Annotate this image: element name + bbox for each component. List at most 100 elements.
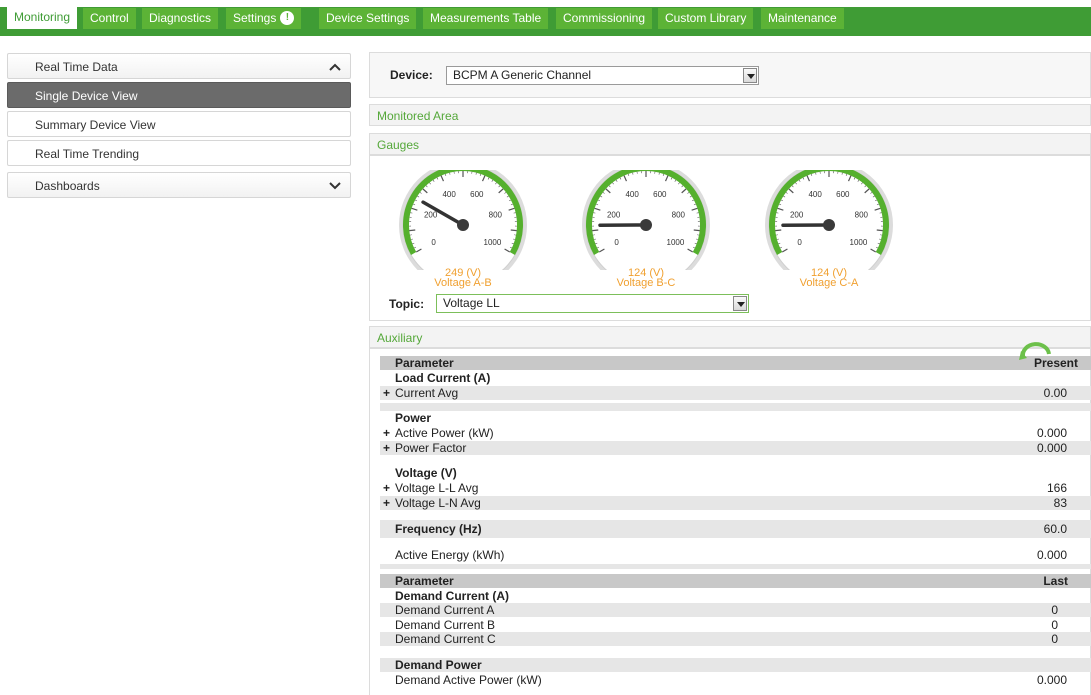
- table-row[interactable]: + Voltage L-N Avg 83: [380, 496, 1091, 510]
- tab-label: Measurements Table: [430, 11, 542, 25]
- table-row: Demand Current B 0: [380, 618, 1091, 632]
- gauge-voltage-a-b: 0 200 400 600 800 1000 249 (V) Voltage A-B: [398, 161, 528, 290]
- gauge-tick: [592, 229, 599, 232]
- expand-plus-icon[interactable]: +: [381, 426, 392, 440]
- gauge-tick-label: 0: [614, 238, 619, 247]
- auxiliary-header[interactable]: Auxiliary: [369, 326, 1091, 348]
- gauge-name: Voltage A-B: [434, 277, 492, 289]
- refresh-icon[interactable]: [1019, 340, 1053, 369]
- group-row: Voltage (V): [380, 466, 1091, 480]
- row-value: 0: [1051, 618, 1058, 632]
- topic-select[interactable]: Voltage LL: [436, 294, 749, 313]
- gauge-tick: [876, 229, 883, 232]
- tab-custom-library[interactable]: Custom Library: [658, 8, 754, 29]
- last-header: Last: [1043, 574, 1068, 588]
- section-title: Monitored Area: [377, 109, 459, 123]
- row-label: Demand Current A: [395, 603, 495, 617]
- tab-device-settings[interactable]: Device Settings: [319, 8, 417, 29]
- device-select[interactable]: BCPM A Generic Channel: [446, 66, 759, 85]
- tab-maintenance[interactable]: Maintenance: [761, 8, 844, 29]
- group-label: Load Current (A): [395, 371, 491, 385]
- row-value: 0.000: [1036, 673, 1067, 687]
- dropdown-arrow-icon: [733, 296, 747, 311]
- sidebar-item-real-time-trending[interactable]: Real Time Trending: [7, 140, 351, 166]
- sidebar-item-single-device-view[interactable]: Single Device View: [7, 82, 351, 108]
- row-label: Voltage L-N Avg: [395, 496, 481, 510]
- row-label: Active Energy (kWh): [395, 548, 505, 562]
- row-value: 0.00: [1043, 386, 1067, 400]
- parameter-header: Parameter: [395, 356, 454, 370]
- gauge-dial: 0 200 400 600 800 1000: [582, 161, 710, 289]
- alert-badge-icon: !: [280, 10, 295, 25]
- row-value: 83: [1053, 496, 1067, 510]
- gauge-tick-label: 1000: [667, 238, 685, 247]
- table-row[interactable]: + Current Avg 0.00: [380, 386, 1091, 400]
- tab-label: Device Settings: [326, 11, 410, 25]
- table-row: Demand Active Power (kW) 0.000: [380, 673, 1091, 687]
- group-label: Demand Current (A): [395, 589, 510, 603]
- gauge-tick: [693, 229, 700, 232]
- gauge-tick-label: 400: [625, 190, 639, 199]
- section-title: Gauges: [377, 138, 420, 152]
- gauge-name: Voltage B-C: [616, 277, 676, 289]
- gauge-tick-label: 600: [653, 190, 667, 199]
- tab-settings[interactable]: Settings!: [226, 8, 302, 29]
- row-label: Demand Current C: [395, 632, 496, 646]
- topic-label: Topic:: [389, 297, 425, 311]
- monitored-area-header[interactable]: Monitored Area: [369, 104, 1091, 126]
- gauge-tick-label: 1000: [850, 238, 868, 247]
- device-select-value: BCPM A Generic Channel: [453, 68, 592, 82]
- gauge-tick-label: 0: [797, 238, 802, 247]
- row-label: Current Avg: [395, 386, 459, 400]
- table-row[interactable]: + Active Power (kW) 0.000: [380, 426, 1091, 440]
- tab-label: Custom Library: [665, 11, 747, 25]
- table-row: Active Energy (kWh) 0.000: [380, 546, 1091, 564]
- tab-label: Monitoring: [14, 10, 71, 24]
- table-row: Demand Current C 0: [380, 632, 1091, 646]
- row-label: Voltage L-L Avg: [395, 481, 479, 495]
- gauge-tick-label: 600: [836, 190, 850, 199]
- row-value: 0: [1051, 632, 1058, 646]
- gauge-tick-label: 600: [470, 190, 484, 199]
- gauges-header[interactable]: Gauges: [369, 133, 1091, 155]
- expand-plus-icon[interactable]: +: [381, 441, 392, 455]
- tab-measurements-table[interactable]: Measurements Table: [423, 8, 549, 29]
- expand-plus-icon[interactable]: +: [381, 386, 392, 400]
- tab-monitoring[interactable]: Monitoring: [7, 6, 78, 29]
- gauge-tick: [510, 229, 517, 232]
- expand-plus-icon[interactable]: +: [381, 481, 392, 495]
- tab-label: Commissioning: [563, 11, 646, 25]
- row-value: 0: [1051, 603, 1058, 617]
- row-label: Active Power (kW): [395, 426, 494, 440]
- row-label: Demand Active Power (kW): [395, 673, 542, 687]
- group-label: Power: [395, 411, 432, 425]
- tab-label: Settings: [233, 11, 277, 25]
- gauge-dial: 0 200 400 600 800 1000: [765, 161, 893, 289]
- sidebar-section-real-time-data[interactable]: Real Time Data: [7, 53, 351, 79]
- gauge-hub: [640, 219, 652, 231]
- tab-commissioning[interactable]: Commissioning: [556, 8, 653, 29]
- gauge-dial: 0 200 400 600 800 1000: [399, 161, 527, 289]
- gauge-tick-label: 800: [855, 210, 869, 219]
- gauge-tick-label: 400: [808, 190, 822, 199]
- sidebar-section-dashboards[interactable]: Dashboards: [7, 172, 351, 198]
- gauge-voltage-b-c: 0 200 400 600 800 1000 124 (V) Voltage B-C: [581, 161, 711, 290]
- gauge-tick: [775, 229, 782, 232]
- tab-control[interactable]: Control: [83, 8, 136, 29]
- table-row[interactable]: + Power Factor 0.000: [380, 441, 1091, 455]
- tab-diagnostics[interactable]: Diagnostics: [142, 8, 219, 29]
- sidebar-item-label: Real Time Trending: [35, 147, 140, 161]
- table-row[interactable]: + Voltage L-L Avg 166: [380, 481, 1091, 495]
- table-header-row: Parameter Last: [380, 574, 1091, 588]
- row-spacer: [380, 403, 1091, 411]
- tab-label: Maintenance: [768, 11, 837, 25]
- table-row: Frequency (Hz) 60.0: [380, 520, 1091, 538]
- expand-plus-icon[interactable]: +: [381, 496, 392, 510]
- sidebar-item-summary-device-view[interactable]: Summary Device View: [7, 111, 351, 137]
- gauge-tick-label: 200: [790, 210, 804, 219]
- group-label: Voltage (V): [395, 466, 457, 480]
- gauge-name: Voltage C-A: [799, 277, 859, 289]
- gauge-tick: [409, 229, 416, 232]
- parameter-header: Parameter: [395, 574, 454, 588]
- sidebar-item-label: Summary Device View: [35, 118, 156, 132]
